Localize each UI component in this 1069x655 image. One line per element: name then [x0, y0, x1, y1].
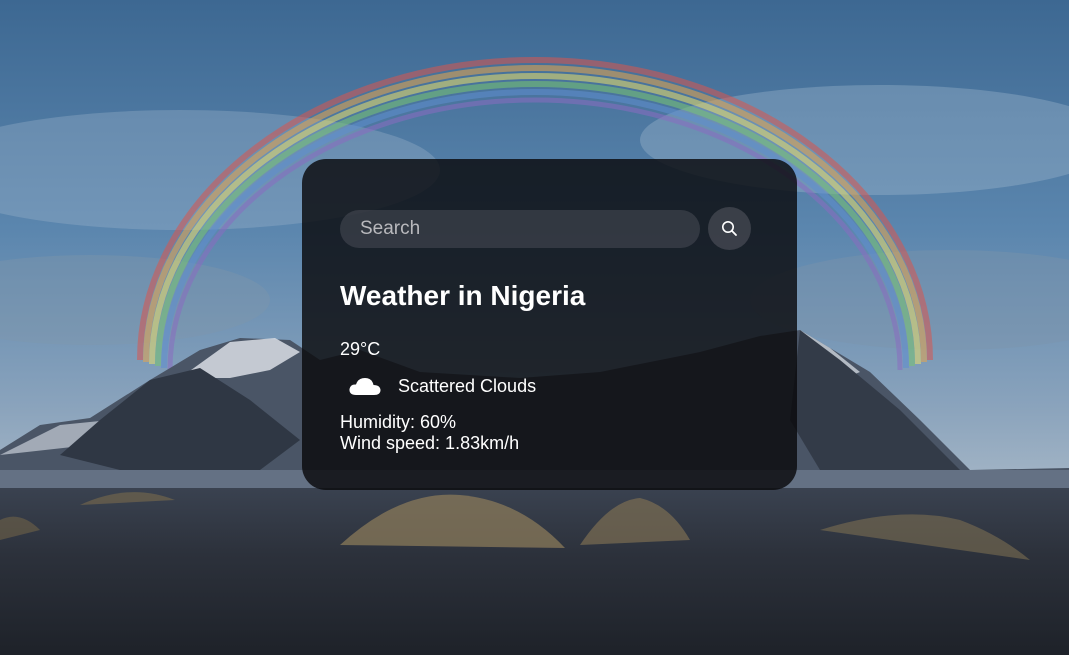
humidity-text: Humidity: 60%: [340, 412, 457, 432]
wind-speed-text: Wind speed: 1.83km/h: [340, 433, 520, 453]
background-scene: Weather in Nigeria 29°C Scattered Clouds…: [0, 0, 1069, 655]
search-input[interactable]: [340, 209, 700, 248]
weather-title: Weather in Nigeria: [340, 280, 586, 311]
search-icon: [722, 221, 737, 236]
weather-card: Weather in Nigeria 29°C Scattered Clouds…: [302, 159, 797, 490]
condition-row: Scattered Clouds: [340, 372, 751, 400]
weather-description: Scattered Clouds: [398, 375, 537, 396]
cloud-icon: [345, 372, 385, 400]
temperature: 29°C: [340, 339, 381, 359]
search-button[interactable]: [708, 207, 751, 250]
search-bar: [340, 207, 751, 250]
